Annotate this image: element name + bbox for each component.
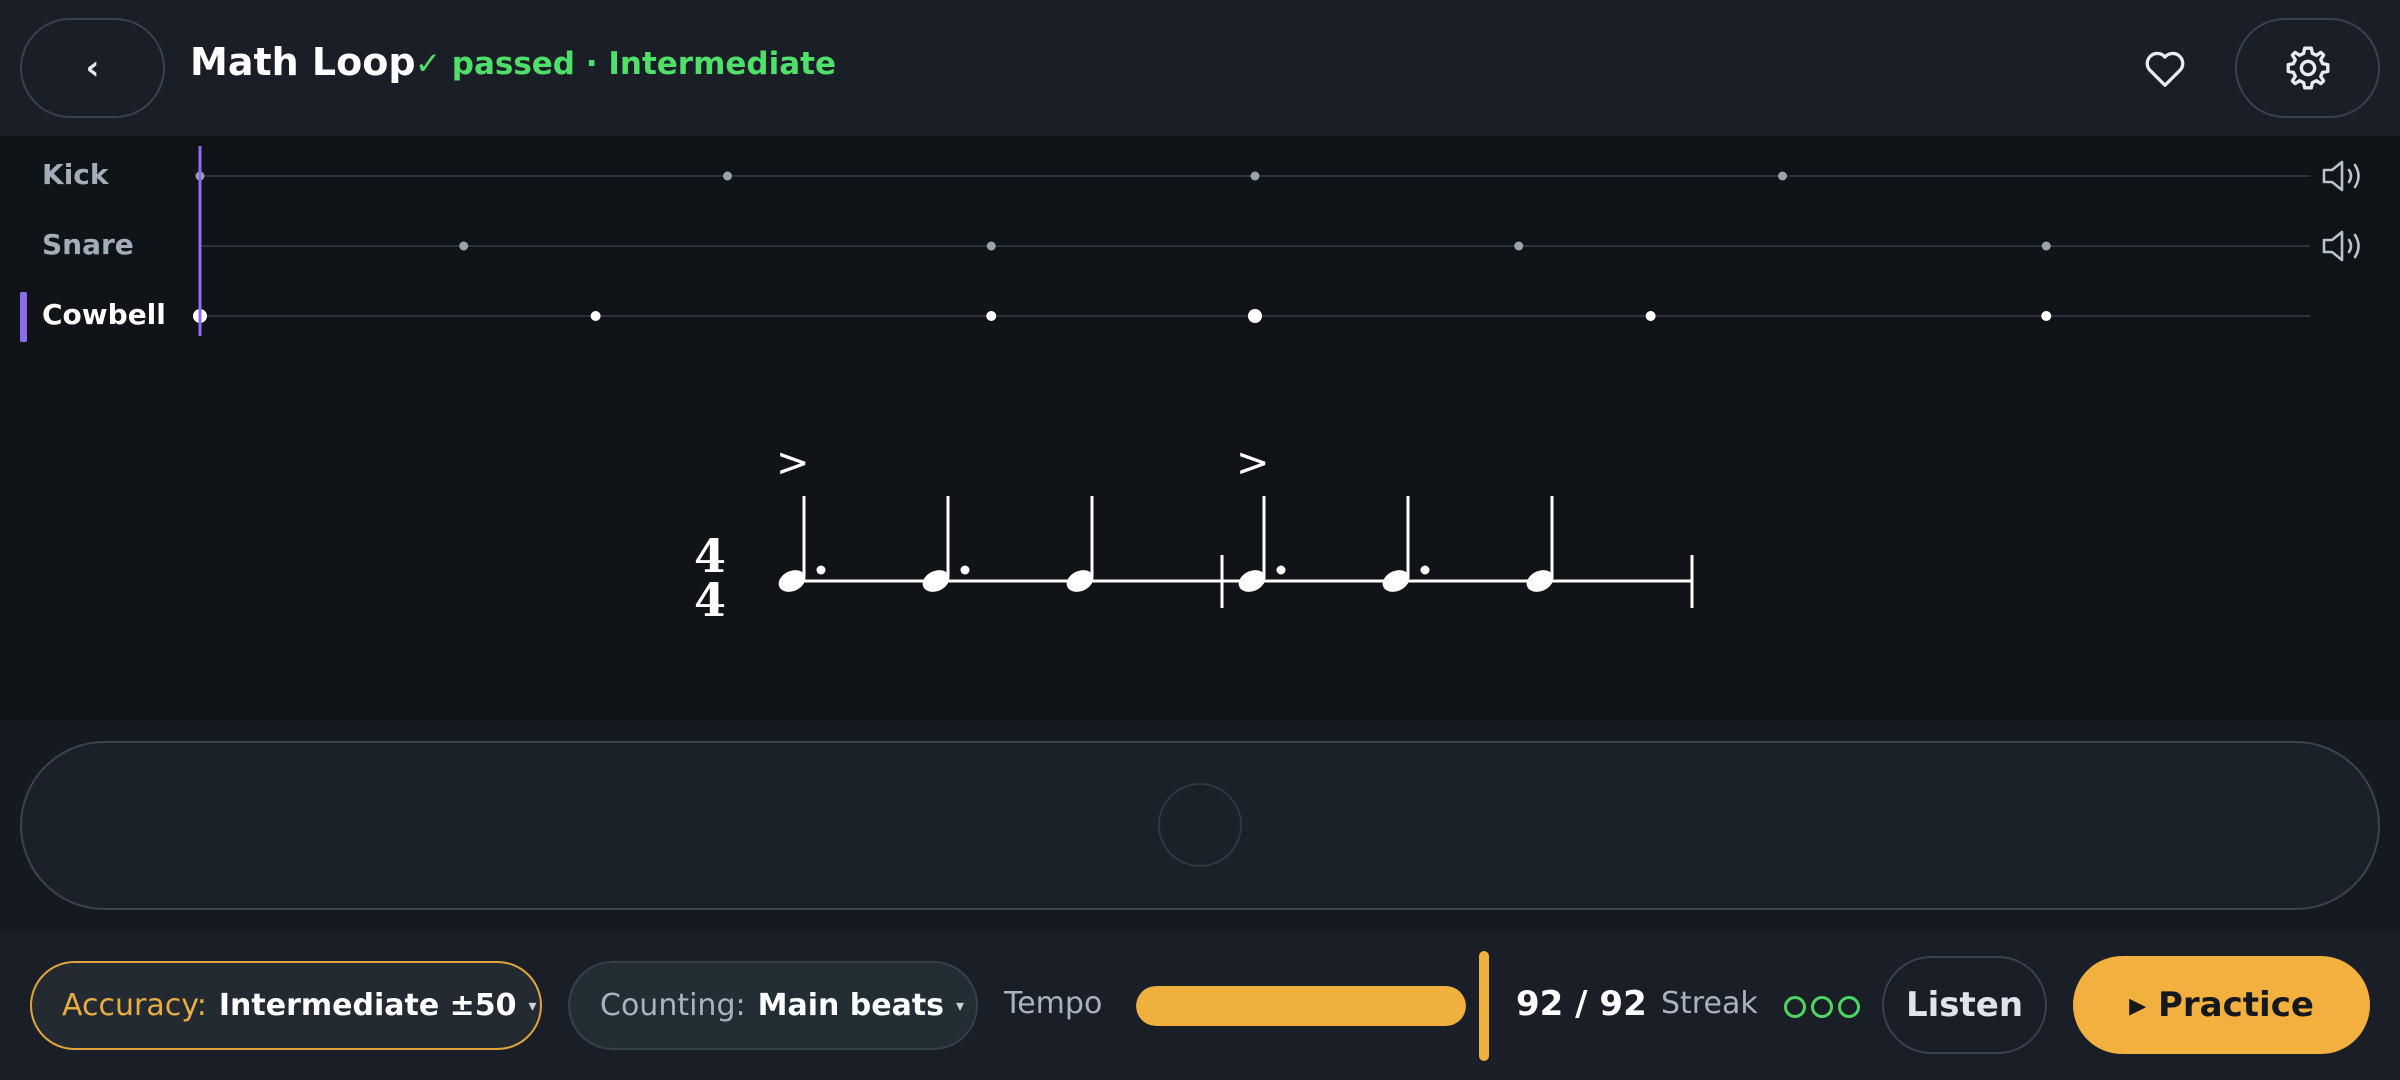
gear-icon	[2286, 46, 2329, 90]
chevron-down-icon: ▾	[528, 996, 537, 1015]
hit-marker	[590, 311, 601, 321]
tempo-slider-handle[interactable]	[1479, 951, 1489, 1061]
page-title: Math Loop	[190, 40, 416, 84]
tempo-slider-fill	[1136, 986, 1466, 1026]
speaker-icon[interactable]	[2320, 226, 2368, 266]
hit-marker	[1778, 171, 1787, 181]
hit-marker	[1645, 311, 1656, 321]
hit-marker	[1248, 309, 1262, 323]
note: >	[776, 440, 826, 592]
note: >	[1236, 440, 1286, 592]
hit-marker	[723, 171, 732, 181]
note	[1526, 496, 1554, 592]
accuracy-label: Accuracy:	[62, 988, 207, 1023]
accent-mark: >	[776, 440, 810, 486]
hit-marker	[1250, 171, 1260, 181]
streak-dot	[1784, 996, 1806, 1018]
hit-marker	[459, 241, 469, 251]
streak-dot	[1811, 996, 1833, 1018]
settings-button[interactable]	[2235, 18, 2380, 118]
tempo-value: 92 / 92	[1516, 984, 1647, 1024]
practice-button[interactable]: ▸ Practice	[2073, 956, 2370, 1054]
streak-indicator	[1784, 996, 1860, 1018]
rhythm-notation: 4 4 > >	[694, 440, 1694, 627]
counting-label: Counting:	[600, 988, 746, 1023]
hit-marker	[2041, 241, 2051, 251]
counting-value: Main beats	[757, 988, 945, 1023]
time-signature-bottom: 4	[694, 573, 726, 627]
speaker-icon[interactable]	[2320, 156, 2368, 196]
listen-button[interactable]: Listen	[1882, 956, 2047, 1054]
accuracy-dropdown[interactable]: Accuracy: Intermediate ±50 ▾	[30, 961, 542, 1050]
chevron-down-icon: ▾	[956, 996, 965, 1015]
hit-marker	[986, 311, 997, 321]
streak-label: Streak	[1661, 986, 1758, 1021]
note	[1066, 496, 1094, 592]
timeline[interactable]	[0, 136, 2400, 336]
heart-icon	[2145, 51, 2185, 87]
hit-marker	[986, 241, 996, 251]
tempo-label: Tempo	[1004, 986, 1103, 1021]
counting-dropdown[interactable]: Counting: Main beats ▾	[568, 961, 978, 1050]
accuracy-value: Intermediate ±50	[218, 988, 517, 1023]
hit-marker	[1514, 241, 1524, 251]
accent-mark: >	[1236, 440, 1270, 486]
tap-target-circle[interactable]	[1158, 783, 1242, 867]
favorite-button[interactable]	[2135, 40, 2195, 96]
streak-dot	[1838, 996, 1860, 1018]
back-button[interactable]: ‹	[20, 18, 165, 118]
status-badge: ✓ passed · Intermediate	[415, 46, 836, 82]
chevron-left-icon: ‹	[85, 48, 100, 88]
tempo-slider[interactable]	[1136, 986, 1466, 1026]
hit-marker	[2041, 311, 2052, 321]
